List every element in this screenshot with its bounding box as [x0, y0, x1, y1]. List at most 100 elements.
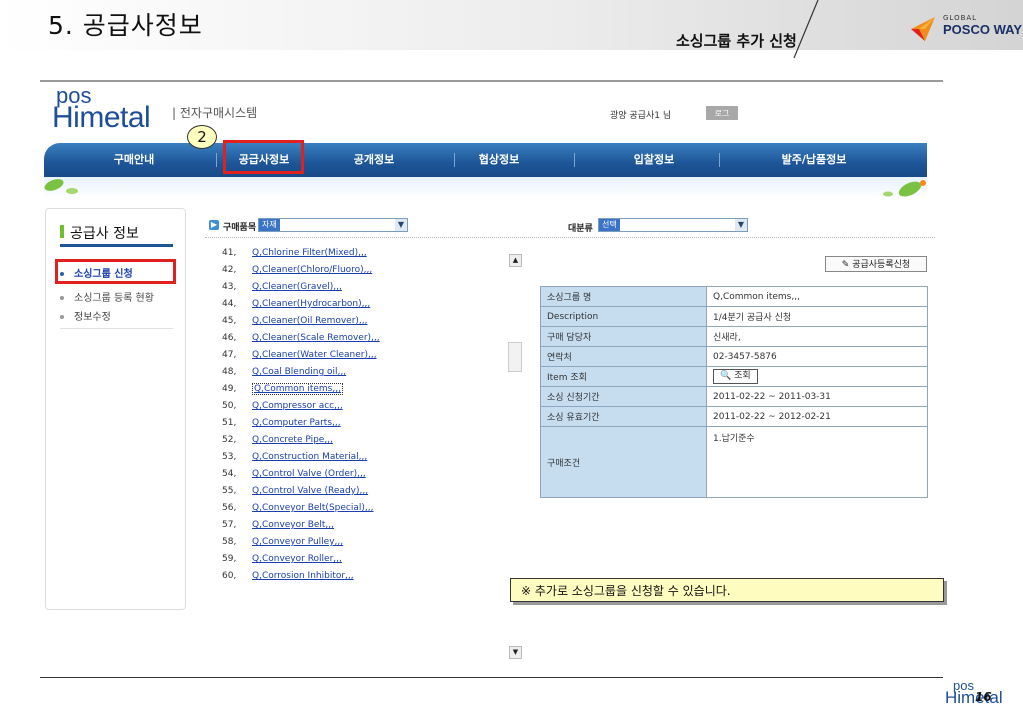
list-item: 43, Q,Cleaner(Gravel),,, — [222, 282, 342, 298]
sourcing-group-link[interactable]: Q,Conveyor Roller,,, — [252, 554, 342, 564]
sidebar-divider — [60, 328, 173, 329]
supplier-register-button[interactable]: ✎ 공급사등록신청 — [825, 256, 927, 272]
user-greeting: 광양 공급사1 님 — [610, 111, 672, 121]
scrollbar-thumb[interactable] — [508, 342, 522, 372]
sourcing-group-link[interactable]: Q,Common items,,, — [252, 383, 343, 395]
list-item: 50, Q,Compressor acc,,, — [222, 401, 343, 417]
list-item-number: 56, — [222, 503, 237, 513]
nav-highlight-frame — [223, 140, 304, 174]
bullet-icon — [60, 296, 64, 300]
nav-item-negotiation-info[interactable]: 협상정보 — [464, 143, 534, 177]
list-item-number: 45, — [222, 316, 237, 326]
notice-box: ※ 추가로 소싱그룹을 신청할 수 있습니다. — [510, 578, 944, 602]
purchase-item-value: 자재 — [259, 219, 280, 231]
nav-item-bid-info[interactable]: 입찰정보 — [604, 143, 704, 177]
table-row: 연락처 02-3457-5876 — [540, 346, 928, 367]
system-name: | 전자구매시스템 — [172, 106, 258, 120]
sourcing-group-link[interactable]: Q,Computer Parts,,, — [252, 418, 341, 428]
sourcing-group-link[interactable]: Q,Cleaner(Hydrocarbon),,, — [252, 299, 370, 309]
nav-separator — [574, 153, 575, 167]
brand-global: GLOBAL — [943, 14, 978, 22]
scroll-up-button[interactable]: ▲ — [509, 254, 522, 267]
purchase-item-select[interactable]: 자재 ▼ — [258, 218, 408, 232]
list-item-number: 44, — [222, 299, 237, 309]
list-item-number: 41, — [222, 248, 237, 258]
leaf-decoration-icon — [44, 179, 78, 194]
list-item-number: 46, — [222, 333, 237, 343]
arrow-right-icon: ▶ — [209, 220, 219, 230]
sourcing-group-link[interactable]: Q,Conveyor Belt,,, — [252, 520, 334, 530]
list-item-number: 54, — [222, 469, 237, 479]
nav-separator — [216, 153, 217, 167]
sourcing-group-link[interactable]: Q,Cleaner(Scale Remover),,, — [252, 333, 380, 343]
nav-separator — [719, 153, 720, 167]
sourcing-group-link[interactable]: Q,Conveyor Pulley,,, — [252, 537, 343, 547]
purchase-item-label: 구매품목 — [223, 223, 257, 233]
sourcing-group-link[interactable]: Q,Cleaner(Oil Remover),,, — [252, 316, 368, 326]
list-item-number: 57, — [222, 520, 237, 530]
sidebar-item-sourcing-status[interactable]: 소싱그룹 등록 현황 — [60, 289, 154, 304]
nav-item-purchase-guide[interactable]: 구매안내 — [64, 143, 204, 177]
list-item: 41, Q,Chlorine Filter(Mixed),,, — [222, 248, 367, 264]
nav-item-public-info[interactable]: 공개정보 — [304, 143, 444, 177]
sourcing-group-link[interactable]: Q,Coal Blending oil,,, — [252, 367, 346, 377]
sidebar-title-underline — [60, 244, 173, 247]
list-item: 59, Q,Conveyor Roller,,, — [222, 554, 342, 570]
list-item-number: 55, — [222, 486, 237, 496]
chevron-down-icon: ▼ — [735, 219, 747, 231]
sourcing-group-link[interactable]: Q,Concrete Pipe,,, — [252, 435, 333, 445]
decoration-band — [44, 177, 927, 199]
list-item-number: 47, — [222, 350, 237, 360]
list-item: 49, Q,Common items,,, — [222, 383, 343, 400]
sourcing-group-link[interactable]: Q,Construction Material,,, — [252, 452, 367, 462]
sourcing-group-link[interactable]: Q,Corrosion Inhibitor,,, — [252, 571, 354, 581]
list-item-number: 48, — [222, 367, 237, 377]
sourcing-group-link[interactable]: Q,Compressor acc,,, — [252, 401, 343, 411]
sourcing-group-link[interactable]: Q,Control Valve (Ready),,, — [252, 486, 368, 496]
list-item: 44, Q,Cleaner(Hydrocarbon),,, — [222, 299, 370, 315]
sidebar-title-bullet — [60, 225, 64, 238]
table-row: Description 1/4분기 공급사 신청 — [540, 306, 928, 327]
list-item-number: 50, — [222, 401, 237, 411]
table-row: 소싱그룹 명 Q,Common items,,, — [540, 286, 928, 307]
list-item: 54, Q,Control Valve (Order),,, — [222, 469, 366, 485]
category-select[interactable]: 선택 ▼ — [598, 218, 748, 232]
app-logo: Himetal — [52, 101, 151, 134]
list-item: 58, Q,Conveyor Pulley,,, — [222, 537, 343, 553]
sidebar-title: 공급사 정보 — [70, 226, 139, 242]
category-label: 대분류 — [568, 224, 593, 234]
table-row: 소싱 신청기간 2011-02-22 ~ 2011-03-31 — [540, 386, 928, 407]
table-row: 소싱 유효기간 2011-02-22 ~ 2012-02-21 — [540, 406, 928, 427]
list-item: 57, Q,Conveyor Belt,,, — [222, 520, 334, 536]
sidebar-highlight-frame — [55, 259, 176, 284]
table-row: 구매 담당자 신새라, — [540, 326, 928, 347]
sourcing-group-link[interactable]: Q,Control Valve (Order),,, — [252, 469, 366, 479]
scroll-down-button[interactable]: ▼ — [509, 646, 522, 659]
list-item-number: 58, — [222, 537, 237, 547]
sourcing-group-link[interactable]: Q,Cleaner(Water Cleaner),,, — [252, 350, 377, 360]
sidebar-item-edit-info[interactable]: 정보수정 — [60, 308, 111, 323]
list-item-number: 51, — [222, 418, 237, 428]
sourcing-group-link[interactable]: Q,Conveyor Belt(Special),,, — [252, 503, 373, 513]
table-row: 구매조건 1.납기준수 — [540, 426, 928, 498]
nav-separator — [454, 153, 455, 167]
chevron-down-icon: ▼ — [395, 219, 407, 231]
list-item-number: 42, — [222, 265, 237, 275]
posco-logo-icon — [911, 17, 935, 41]
list-item-number: 60, — [222, 571, 237, 581]
page-number: 16 — [975, 690, 992, 704]
list-item: 53, Q,Construction Material,,, — [222, 452, 367, 468]
nav-item-order-delivery-info[interactable]: 발주/납품정보 — [744, 143, 884, 177]
sourcing-group-link[interactable]: Q,Cleaner(Gravel),,, — [252, 282, 342, 292]
brand-name: POSCO WAY — [943, 22, 1022, 37]
list-item-number: 43, — [222, 282, 237, 292]
logout-button[interactable]: 로그아웃 — [706, 106, 738, 132]
slide-subtitle: 소싱그룹 추가 신청 — [676, 32, 797, 50]
list-item: 42, Q,Cleaner(Chloro/Fluoro),,, — [222, 265, 372, 281]
step-badge: 2 — [187, 125, 217, 149]
sourcing-group-link[interactable]: Q,Chlorine Filter(Mixed),,, — [252, 248, 367, 258]
list-item-number: 49, — [222, 384, 237, 394]
item-lookup-button[interactable]: 🔍 조회 — [713, 369, 758, 384]
sourcing-group-link[interactable]: Q,Cleaner(Chloro/Fluoro),,, — [252, 265, 372, 275]
table-row: Item 조회 🔍 조회 — [540, 366, 928, 387]
